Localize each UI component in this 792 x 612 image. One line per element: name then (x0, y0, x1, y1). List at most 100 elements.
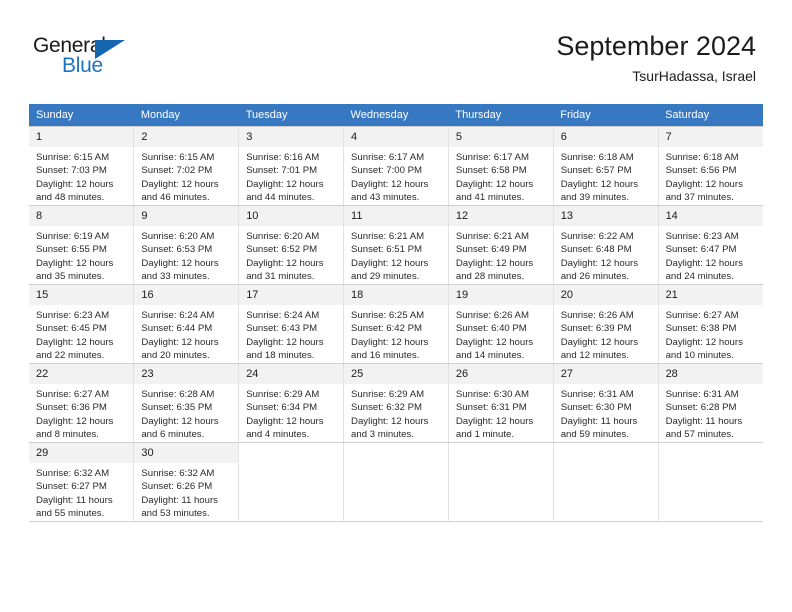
calendar-day-cell[interactable]: 16 Sunrise: 6:24 AM Sunset: 6:44 PM Dayligh… (133, 284, 240, 364)
sunrise-time: Sunrise: 6:21 AM (351, 231, 425, 242)
calendar-day-cell[interactable]: 12 Sunrise: 6:21 AM Sunset: 6:49 PM Dayligh… (448, 205, 554, 285)
day-number: 4 (344, 127, 448, 147)
weekday-header-friday: Friday (553, 104, 659, 127)
day-number (344, 443, 448, 463)
daylight-duration-line2: and 22 minutes. (36, 350, 105, 362)
calendar-page: General Blue September 2024 TsurHadassa,… (0, 0, 792, 612)
calendar-day-cell[interactable]: 29 Sunrise: 6:32 AM Sunset: 6:27 PM Dayligh… (29, 442, 135, 522)
daylight-duration-line1: Daylight: 12 hours (141, 257, 219, 269)
sunrise-time: Sunrise: 6:21 AM (455, 231, 529, 242)
calendar-day-cell[interactable]: 11 Sunrise: 6:21 AM Sunset: 6:51 PM Dayligh… (343, 205, 449, 285)
sunrise-time: Sunrise: 6:15 AM (141, 152, 215, 163)
calendar-day-cell[interactable]: 9 Sunrise: 6:20 AM Sunset: 6:53 PM Daylight… (133, 205, 240, 285)
day-details: Sunrise: 6:23 AM Sunset: 6:47 PM Daylight:… (659, 226, 763, 284)
calendar-day-cell[interactable]: 10 Sunrise: 6:20 AM Sunset: 6:52 PM Dayligh… (238, 205, 345, 285)
calendar-day-cell[interactable]: 7 Sunrise: 6:18 AM Sunset: 6:56 PM Daylight… (658, 126, 763, 206)
calendar-day-cell[interactable]: 22 Sunrise: 6:27 AM Sunset: 6:36 PM Dayligh… (29, 363, 135, 443)
daylight-duration-line1: Daylight: 11 hours (665, 415, 743, 427)
day-details: Sunrise: 6:20 AM Sunset: 6:52 PM Daylight:… (239, 226, 343, 284)
daylight-duration-line2: and 29 minutes. (351, 271, 420, 283)
daylight-duration-line2: and 41 minutes. (455, 192, 525, 204)
day-details: Sunrise: 6:26 AM Sunset: 6:39 PM Daylight:… (554, 305, 658, 363)
daylight-duration-line2: and 59 minutes. (560, 429, 629, 441)
day-number: 23 (134, 364, 239, 384)
sunrise-time: Sunrise: 6:32 AM (36, 468, 110, 479)
day-details: Sunrise: 6:17 AM Sunset: 6:58 PM Daylight:… (449, 147, 553, 205)
calendar-day-cell[interactable]: 8 Sunrise: 6:19 AM Sunset: 6:55 PM Daylight… (29, 205, 135, 285)
calendar-week-row: 15 Sunrise: 6:23 AM Sunset: 6:45 PM Dayligh… (29, 284, 763, 364)
calendar-day-cell[interactable]: 13 Sunrise: 6:22 AM Sunset: 6:48 PM Dayligh… (553, 205, 659, 285)
day-number: 14 (658, 206, 763, 226)
daylight-duration-line2: and 31 minutes. (246, 271, 315, 283)
sunrise-time: Sunrise: 6:25 AM (351, 310, 425, 321)
day-number: 7 (658, 127, 763, 147)
day-number: 2 (134, 127, 239, 147)
sunrise-time: Sunrise: 6:26 AM (455, 310, 529, 321)
daylight-duration-line1: Daylight: 11 hours (36, 494, 113, 506)
calendar-day-cell[interactable]: 27 Sunrise: 6:31 AM Sunset: 6:30 PM Dayligh… (553, 363, 659, 443)
sunset-time: Sunset: 7:02 PM (141, 165, 213, 177)
daylight-duration-line1: Daylight: 12 hours (141, 178, 219, 190)
calendar-day-cell[interactable]: 5 Sunrise: 6:17 AM Sunset: 6:58 PM Daylight… (448, 126, 554, 206)
calendar-day-cell[interactable]: 1 Sunrise: 6:15 AM Sunset: 7:03 PM Daylight… (29, 126, 135, 206)
day-number: 28 (658, 364, 763, 384)
day-number: 25 (344, 364, 448, 384)
sunset-time: Sunset: 6:51 PM (351, 244, 422, 256)
sunrise-time: Sunrise: 6:20 AM (246, 231, 320, 242)
daylight-duration-line1: Daylight: 12 hours (246, 178, 324, 190)
sunset-time: Sunset: 6:26 PM (141, 481, 213, 493)
sunset-time: Sunset: 6:28 PM (665, 402, 737, 414)
calendar-day-cell[interactable]: 3 Sunrise: 6:16 AM Sunset: 7:01 PM Daylight… (238, 126, 345, 206)
calendar-day-cell[interactable]: 20 Sunrise: 6:26 AM Sunset: 6:39 PM Dayligh… (553, 284, 659, 364)
calendar-day-cell[interactable]: 4 Sunrise: 6:17 AM Sunset: 7:00 PM Daylight… (343, 126, 449, 206)
daylight-duration-line2: and 4 minutes. (246, 429, 310, 441)
day-number: 9 (134, 206, 239, 226)
daylight-duration-line2: and 18 minutes. (246, 350, 315, 362)
calendar-cell-empty (553, 442, 659, 522)
calendar-week-row: 22 Sunrise: 6:27 AM Sunset: 6:36 PM Dayligh… (29, 363, 763, 443)
calendar-day-cell[interactable]: 23 Sunrise: 6:28 AM Sunset: 6:35 PM Dayligh… (133, 363, 240, 443)
daylight-duration-line1: Daylight: 11 hours (560, 415, 638, 427)
day-details (659, 463, 763, 467)
calendar-day-cell[interactable]: 25 Sunrise: 6:29 AM Sunset: 6:32 PM Dayligh… (343, 363, 449, 443)
daylight-duration-line2: and 16 minutes. (351, 350, 420, 362)
sunset-time: Sunset: 6:36 PM (36, 402, 107, 414)
page-header: General Blue September 2024 TsurHadassa,… (0, 0, 792, 100)
calendar-day-cell[interactable]: 17 Sunrise: 6:24 AM Sunset: 6:43 PM Dayligh… (238, 284, 345, 364)
calendar-day-cell[interactable]: 18 Sunrise: 6:25 AM Sunset: 6:42 PM Dayligh… (343, 284, 449, 364)
calendar-day-cell[interactable]: 26 Sunrise: 6:30 AM Sunset: 6:31 PM Dayligh… (448, 363, 554, 443)
daylight-duration-line2: and 12 minutes. (560, 350, 629, 362)
calendar-day-cell[interactable]: 30 Sunrise: 6:32 AM Sunset: 6:26 PM Dayligh… (133, 442, 240, 522)
calendar-day-cell[interactable]: 24 Sunrise: 6:29 AM Sunset: 6:34 PM Dayligh… (238, 363, 345, 443)
calendar-day-cell[interactable]: 21 Sunrise: 6:27 AM Sunset: 6:38 PM Dayligh… (658, 284, 763, 364)
calendar-day-cell[interactable]: 15 Sunrise: 6:23 AM Sunset: 6:45 PM Dayligh… (29, 284, 135, 364)
sunrise-time: Sunrise: 6:18 AM (665, 152, 739, 163)
day-number: 12 (448, 206, 553, 226)
calendar-day-cell[interactable]: 6 Sunrise: 6:18 AM Sunset: 6:57 PM Daylight… (553, 126, 659, 206)
sunset-time: Sunset: 6:49 PM (455, 244, 527, 256)
day-number: 13 (553, 206, 658, 226)
calendar-day-cell[interactable]: 2 Sunrise: 6:15 AM Sunset: 7:02 PM Daylight… (133, 126, 240, 206)
sunset-time: Sunset: 6:34 PM (246, 402, 318, 414)
daylight-duration-line1: Daylight: 12 hours (455, 178, 534, 190)
daylight-duration-line1: Daylight: 12 hours (246, 415, 324, 427)
sunset-time: Sunset: 6:31 PM (455, 402, 527, 414)
sunset-time: Sunset: 6:35 PM (141, 402, 213, 414)
calendar-day-cell[interactable]: 28 Sunrise: 6:31 AM Sunset: 6:28 PM Dayligh… (658, 363, 763, 443)
sunrise-time: Sunrise: 6:23 AM (36, 310, 110, 321)
daylight-duration-line1: Daylight: 12 hours (351, 257, 429, 269)
day-details: Sunrise: 6:24 AM Sunset: 6:44 PM Daylight:… (134, 305, 238, 363)
day-details: Sunrise: 6:32 AM Sunset: 6:26 PM Daylight:… (134, 463, 238, 521)
sunset-time: Sunset: 6:30 PM (560, 402, 632, 414)
calendar-day-cell[interactable]: 14 Sunrise: 6:23 AM Sunset: 6:47 PM Dayligh… (658, 205, 763, 285)
daylight-duration-line1: Daylight: 12 hours (455, 415, 534, 427)
day-details (554, 463, 658, 467)
calendar-cell-empty (658, 442, 763, 522)
day-details (449, 463, 553, 467)
sunset-time: Sunset: 6:58 PM (455, 165, 527, 177)
weekday-header-wednesday: Wednesday (343, 104, 449, 127)
calendar-day-cell[interactable]: 19 Sunrise: 6:26 AM Sunset: 6:40 PM Dayligh… (448, 284, 554, 364)
sunrise-time: Sunrise: 6:26 AM (560, 310, 634, 321)
calendar-week-row: 1 Sunrise: 6:15 AM Sunset: 7:03 PM Daylight… (29, 126, 763, 206)
calendar-body: 1 Sunrise: 6:15 AM Sunset: 7:03 PM Daylight… (29, 126, 763, 522)
